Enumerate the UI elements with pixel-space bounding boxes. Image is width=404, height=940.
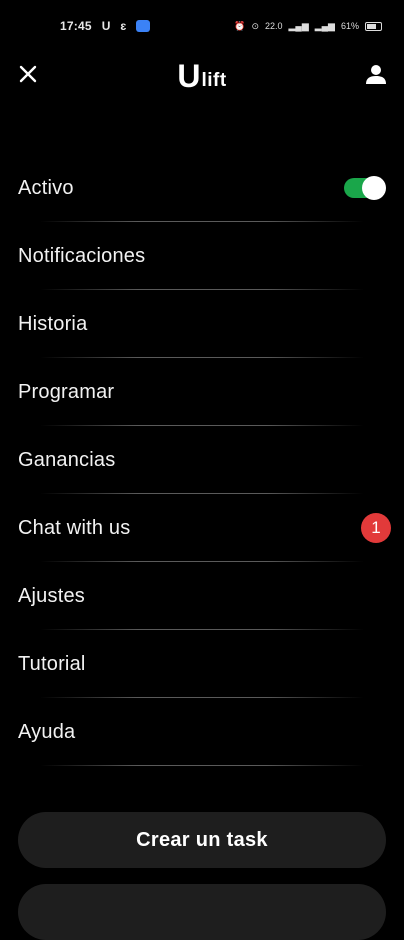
profile-button[interactable] — [362, 60, 390, 88]
divider — [40, 765, 364, 766]
alarm-icon: ⏰ — [234, 20, 246, 31]
toggle-knob — [362, 176, 386, 200]
menu-item-ajustes[interactable]: Ajustes — [0, 562, 404, 630]
menu-item-label: Programar — [18, 380, 115, 403]
menu-item-activo[interactable]: Activo — [0, 154, 404, 222]
menu-item-label: Chat with us — [18, 516, 131, 539]
menu-item-label: Ajustes — [18, 584, 85, 607]
signal-icon-2: ▂▄▆ — [314, 20, 335, 31]
status-time: 17:45 — [60, 19, 92, 33]
menu-item-notificaciones[interactable]: Notificaciones — [0, 222, 404, 290]
menu-item-ayuda[interactable]: Ayuda — [0, 698, 404, 766]
battery-percent: 61% — [340, 21, 359, 31]
menu-item-historia[interactable]: Historia — [0, 290, 404, 358]
app-notification-icon: U — [101, 19, 111, 33]
menu-item-label: Ayuda — [18, 720, 76, 743]
menu-item-tutorial[interactable]: Tutorial — [0, 630, 404, 698]
location-icon: ⊙ — [251, 20, 259, 31]
menu-item-label: Tutorial — [18, 652, 86, 675]
signal-icon: ▂▄▆ — [288, 20, 309, 31]
menu-item-label: Activo — [18, 176, 74, 199]
logo-letter: U — [177, 58, 201, 94]
logo-text: lift — [201, 70, 227, 91]
network-speed: 22.0 — [264, 21, 283, 31]
menu-item-chat[interactable]: Chat with us 1 — [0, 494, 404, 562]
side-menu: Activo Notificaciones Historia Programar… — [0, 154, 404, 766]
active-toggle[interactable] — [344, 176, 386, 200]
app-header: U lift — [0, 52, 404, 98]
unread-badge: 1 — [361, 513, 391, 543]
cloud-app-icon — [136, 20, 151, 32]
battery-icon — [365, 21, 382, 31]
close-button[interactable] — [14, 60, 42, 88]
menu-item-ganancias[interactable]: Ganancias — [0, 426, 404, 494]
menu-item-label: Ganancias — [18, 448, 116, 471]
ulift-logo: U lift — [177, 56, 226, 92]
create-task-button[interactable]: Crear un task — [18, 812, 386, 868]
app-notification-icon-2: ɛ — [120, 19, 127, 33]
menu-item-programar[interactable]: Programar — [0, 358, 404, 426]
secondary-action-button[interactable] — [18, 884, 386, 940]
menu-item-label: Notificaciones — [18, 244, 146, 267]
status-bar-left: 17:45 U ɛ — [60, 19, 151, 33]
person-icon — [366, 65, 386, 84]
close-icon — [19, 65, 37, 83]
menu-item-label: Historia — [18, 312, 88, 335]
status-bar-right: ⏰ ⊙ 22.0 ▂▄▆ ▂▄▆ 61% — [234, 21, 382, 32]
status-bar: 17:45 U ɛ ⏰ ⊙ 22.0 ▂▄▆ ▂▄▆ 61% — [0, 0, 404, 52]
